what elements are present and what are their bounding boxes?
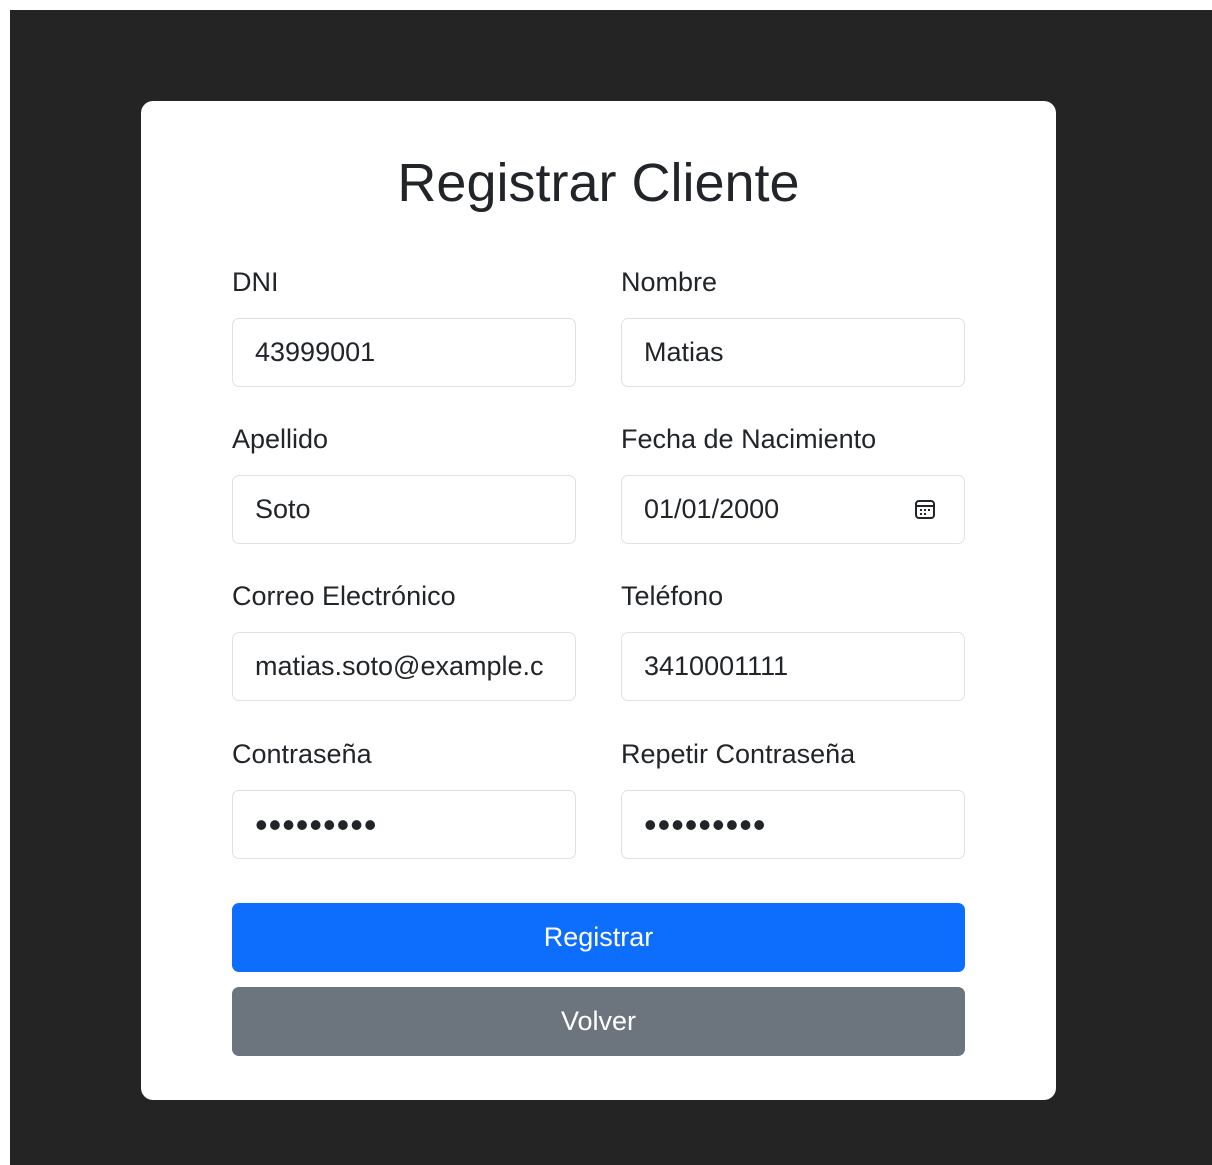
repetir-contrasena-label: Repetir Contraseña <box>621 739 856 769</box>
page-title: Registrar Cliente <box>397 153 800 213</box>
fecha-nacimiento-field <box>621 475 965 544</box>
apellido-input[interactable] <box>232 475 576 544</box>
contrasena-label: Contraseña <box>232 739 372 769</box>
telefono-label: Teléfono <box>621 581 724 611</box>
nombre-label: Nombre <box>621 267 718 297</box>
nombre-input[interactable] <box>621 318 965 387</box>
contrasena-input[interactable] <box>232 790 576 859</box>
dni-label: DNI <box>232 267 279 297</box>
calendar-icon[interactable] <box>913 497 937 521</box>
back-button[interactable]: Volver <box>232 987 965 1056</box>
fecha-nacimiento-label: Fecha de Nacimiento <box>621 424 877 454</box>
telefono-input[interactable] <box>621 632 965 701</box>
correo-input[interactable] <box>232 632 576 701</box>
apellido-label: Apellido <box>232 424 329 454</box>
repetir-contrasena-input[interactable] <box>621 790 965 859</box>
register-button[interactable]: Registrar <box>232 903 965 972</box>
correo-label: Correo Electrónico <box>232 581 456 611</box>
dni-input[interactable] <box>232 318 576 387</box>
